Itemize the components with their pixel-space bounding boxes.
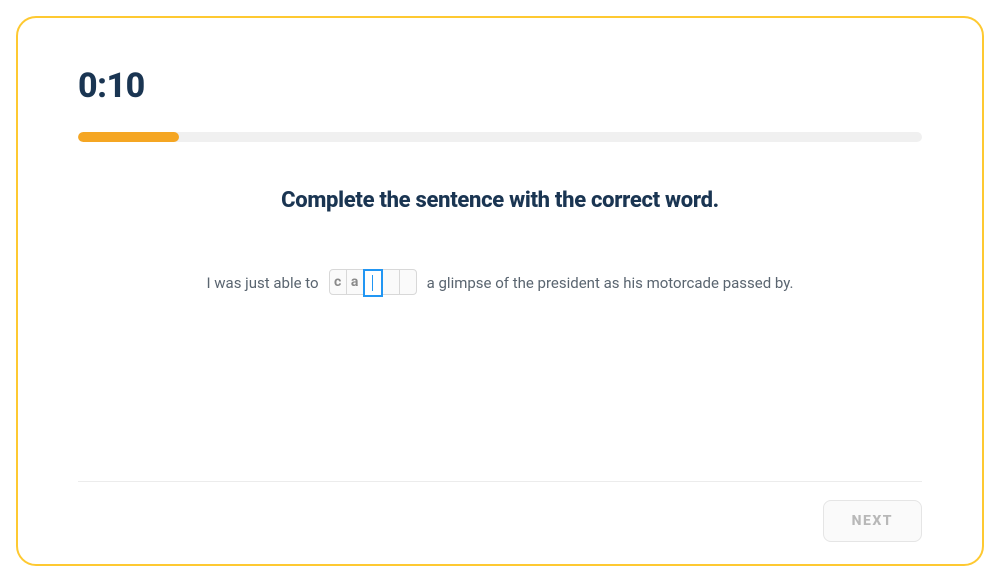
text-cursor — [372, 275, 373, 291]
spacer — [78, 337, 922, 481]
exercise-card: 0:10 Complete the sentence with the corr… — [16, 16, 984, 566]
sentence-before: I was just able to — [206, 274, 318, 292]
footer-divider — [78, 481, 922, 482]
letter-input-group: c a — [329, 269, 417, 297]
letter-box-2[interactable] — [363, 269, 383, 297]
letter-box-3[interactable] — [382, 269, 400, 295]
letter-box-0[interactable]: c — [329, 269, 347, 295]
timer-display: 0:10 — [78, 66, 922, 106]
sentence-row: I was just able to c a a glimpse of the … — [78, 269, 922, 297]
footer: NEXT — [78, 500, 922, 542]
letter-box-4[interactable] — [399, 269, 417, 295]
next-button[interactable]: NEXT — [823, 500, 922, 542]
progress-bar-fill — [78, 132, 179, 142]
sentence-after: a glimpse of the president as his motorc… — [427, 274, 794, 292]
progress-bar-track — [78, 132, 922, 142]
letter-box-1[interactable]: a — [346, 269, 364, 295]
exercise-prompt: Complete the sentence with the correct w… — [78, 188, 922, 213]
